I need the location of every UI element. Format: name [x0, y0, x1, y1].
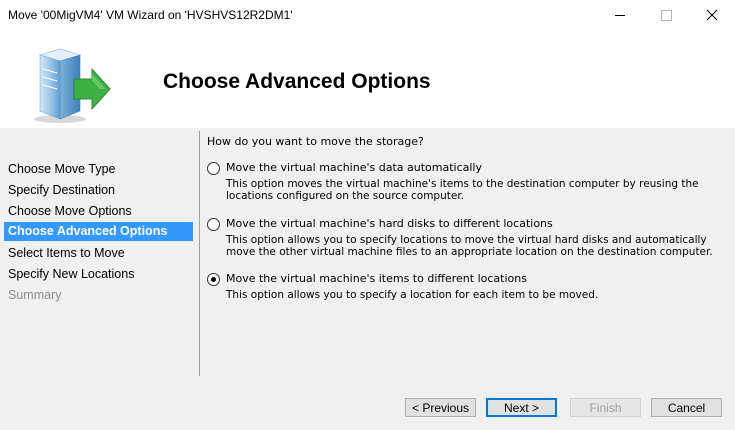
maximize-icon — [660, 9, 672, 21]
previous-button[interactable]: < Previous — [405, 398, 476, 417]
option-description: This option allows you to specify locati… — [226, 234, 713, 258]
maximize-button[interactable] — [643, 0, 689, 30]
title-bar: Move '00MigVM4' VM Wizard on 'HVSHVS12R2… — [0, 0, 735, 32]
minimize-icon — [615, 14, 625, 16]
option-description: This option moves the virtual machine's … — [226, 178, 699, 202]
wizard-header: Choose Advanced Options — [0, 31, 735, 128]
nav-item-choose-move-options[interactable]: Choose Move Options — [4, 202, 193, 221]
minimize-button[interactable] — [597, 0, 643, 30]
storage-question: How do you want to move the storage? — [207, 135, 424, 148]
option-description: This option allows you to specify a loca… — [226, 289, 599, 301]
nav-item-select-items-to-move[interactable]: Select Items to Move — [4, 244, 193, 263]
nav-item-choose-advanced-options[interactable]: Choose Advanced Options — [4, 222, 193, 241]
cancel-button[interactable]: Cancel — [651, 398, 722, 417]
option-label[interactable]: Move the virtual machine's items to diff… — [226, 272, 527, 285]
close-button[interactable] — [689, 0, 735, 30]
radio-move-items-different-locations[interactable] — [207, 273, 220, 286]
page-title: Choose Advanced Options — [163, 70, 431, 93]
option-label[interactable]: Move the virtual machine's data automati… — [226, 161, 482, 174]
nav-item-specify-destination[interactable]: Specify Destination — [4, 181, 193, 200]
radio-move-data-automatically[interactable] — [207, 162, 220, 175]
nav-item-summary: Summary — [8, 288, 62, 302]
nav-divider — [199, 131, 200, 376]
option-label[interactable]: Move the virtual machine's hard disks to… — [226, 217, 553, 230]
next-button[interactable]: Next > — [486, 398, 557, 417]
radio-move-hard-disks[interactable] — [207, 218, 220, 231]
finish-button: Finish — [570, 398, 641, 417]
nav-item-specify-new-locations[interactable]: Specify New Locations — [4, 265, 193, 284]
close-icon — [706, 9, 718, 21]
nav-item-choose-move-type[interactable]: Choose Move Type — [4, 160, 193, 179]
window-title: Move '00MigVM4' VM Wizard on 'HVSHVS12R2… — [8, 8, 293, 22]
server-move-icon — [34, 48, 111, 123]
